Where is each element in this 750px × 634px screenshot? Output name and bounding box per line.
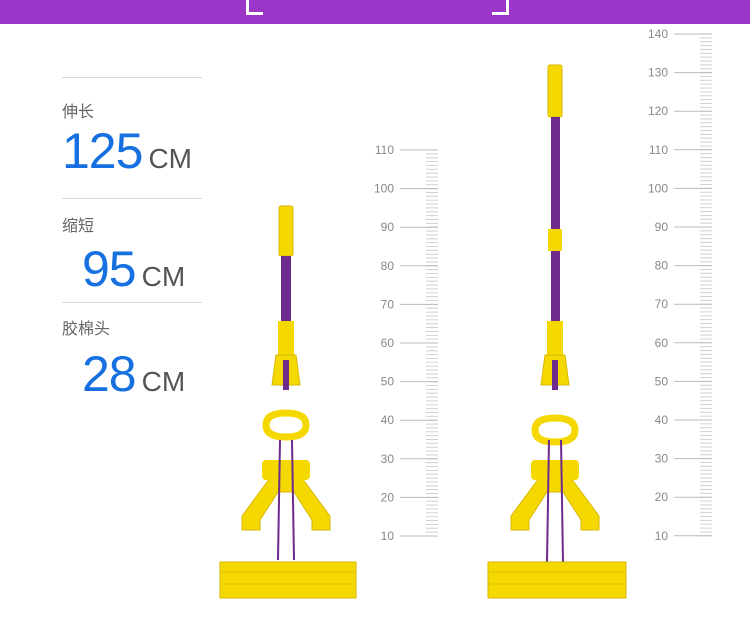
ruler-tick-label: 70 — [381, 297, 395, 311]
ruler-tick-label: 40 — [381, 413, 395, 427]
ruler-tick-label: 80 — [381, 259, 395, 273]
ruler-tick-label: 140 — [648, 27, 668, 41]
ruler-tick-label: 40 — [655, 413, 669, 427]
ruler-tick-label: 90 — [381, 220, 395, 234]
mop-illustration: 110 100 90 80 70 60 50 40 30 20 10 140 130 120 110 100… — [219, 27, 712, 599]
ruler-tick-label: 100 — [374, 182, 394, 196]
ruler-tick-label: 10 — [381, 529, 395, 543]
mop-retracted — [219, 205, 357, 599]
ruler-tick-label: 20 — [381, 490, 395, 504]
ruler-tick-label: 120 — [648, 104, 668, 118]
ruler-tick-label: 110 — [649, 143, 668, 157]
ruler-short: 110 100 90 80 70 60 50 40 30 20 10 — [374, 143, 438, 543]
ruler-tick-label: 60 — [381, 336, 395, 350]
ruler-tick-label: 90 — [655, 220, 669, 234]
ruler-tick-label: 10 — [655, 529, 669, 543]
ruler-tick-label: 50 — [381, 375, 395, 389]
ruler-tick-label: 30 — [381, 452, 395, 466]
ruler-tall: 140 130 120 110 100 90 80 70 60 50 40 30 20 10 — [648, 27, 712, 543]
ruler-tick-label: 50 — [655, 374, 669, 388]
ruler-tick-label: 130 — [648, 66, 668, 80]
mop-extended — [487, 64, 627, 599]
ruler-tick-label: 20 — [655, 490, 669, 504]
ruler-tick-label: 60 — [655, 336, 669, 350]
ruler-tick-label: 110 — [375, 143, 394, 157]
ruler-tick-label: 80 — [655, 259, 669, 273]
ruler-tick-label: 30 — [655, 452, 669, 466]
ruler-tick-label: 70 — [655, 297, 669, 311]
ruler-tick-label: 100 — [648, 181, 668, 195]
